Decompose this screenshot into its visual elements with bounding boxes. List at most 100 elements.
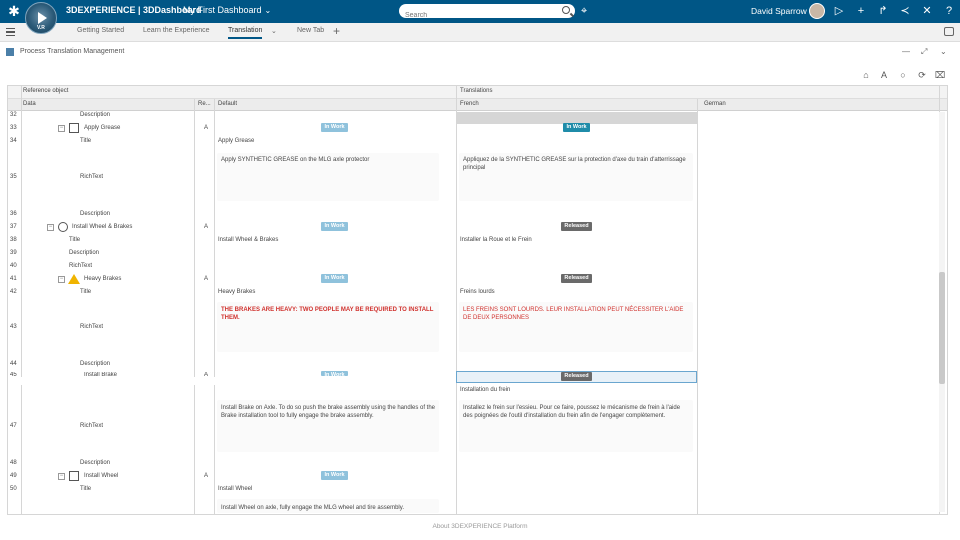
row-number: 34 [10, 138, 17, 144]
row-data[interactable]: Heavy Brakes [84, 276, 121, 282]
footer-link[interactable]: About 3DEXPERIENCE Platform [0, 523, 960, 530]
row-data[interactable]: Description [80, 460, 110, 466]
row-data[interactable]: RichText [80, 174, 103, 180]
share-icon[interactable]: ↱ [876, 4, 890, 18]
compass-version: V.R [37, 25, 45, 31]
tab-menu-chevron-icon[interactable]: ⌄ [271, 27, 277, 35]
row-number: 50 [10, 486, 17, 492]
compass-icon[interactable]: V.R [25, 2, 57, 34]
widget-app-icon [6, 48, 14, 56]
delete-icon[interactable]: ⌧ [934, 69, 946, 81]
collapse-toggle-icon[interactable]: − [58, 473, 65, 480]
french-cell[interactable]: Installation du frein [460, 387, 510, 393]
row-data[interactable]: RichText [80, 423, 103, 429]
row-data[interactable]: Title [80, 486, 91, 492]
collapse-toggle-icon[interactable]: − [58, 125, 65, 132]
row-data[interactable]: Description [80, 211, 110, 217]
status-badge[interactable]: Released [561, 222, 592, 231]
dashboard-title[interactable]: My First Dashboard ⌄ [183, 5, 271, 15]
row-data[interactable]: Title [80, 289, 91, 295]
maximize-icon[interactable]: ⤢ [921, 47, 927, 57]
default-cell[interactable]: Install Wheel & Brakes [218, 237, 278, 243]
tools-icon[interactable]: ✕ [920, 4, 934, 18]
row-data[interactable]: Install Wheel & Brakes [72, 224, 132, 230]
default-richtext[interactable]: Install Wheel on axle, fully engage the … [221, 505, 404, 511]
translate-icon[interactable]: A [878, 69, 890, 81]
default-richtext[interactable]: Apply SYNTHETIC GREASE on the MLG axle p… [221, 157, 435, 165]
row-number: 37 [10, 224, 17, 230]
search-grid-icon[interactable]: ○ [897, 69, 909, 81]
row-data[interactable]: Install Brake [84, 372, 117, 376]
column-header-row: Data Re... Default French German [8, 99, 947, 124]
row-data[interactable]: Description [80, 112, 110, 118]
menu-icon[interactable] [6, 28, 15, 36]
status-badge[interactable]: In Work [321, 471, 348, 480]
user-name[interactable]: David Sparrow [751, 6, 807, 16]
tab-getting-started[interactable]: Getting Started [77, 27, 124, 34]
warning-icon [68, 274, 80, 284]
default-richtext[interactable]: Install Brake on Axle. To do so push the… [221, 405, 439, 420]
french-richtext[interactable]: Appliquez de la SYNTHETIC GREASE sur la … [463, 157, 689, 172]
row-data[interactable]: Apply Grease [84, 125, 120, 131]
compass-play-icon[interactable]: ▷ [832, 4, 846, 18]
status-badge[interactable]: In Work [321, 274, 348, 283]
home-icon[interactable]: ⌂ [860, 69, 872, 81]
column-header-rev[interactable]: Re... [198, 101, 211, 107]
search-icon[interactable] [562, 6, 570, 14]
task-icon [69, 123, 79, 133]
add-tab-icon[interactable]: + [333, 24, 340, 38]
collapse-toggle-icon[interactable]: − [58, 276, 65, 283]
column-header-data[interactable]: Data [23, 101, 36, 107]
dashboard-title-label: My First Dashboard [183, 5, 262, 15]
row-data[interactable]: Description [80, 361, 110, 367]
help-icon[interactable]: ? [942, 4, 956, 18]
default-richtext-warning[interactable]: THE BRAKES ARE HEAVY: TWO PEOPLE MAY BE … [221, 307, 437, 322]
row-data[interactable]: Description [69, 250, 99, 256]
row-data[interactable]: RichText [69, 263, 92, 269]
status-badge[interactable]: Released [561, 372, 592, 381]
status-badge[interactable]: In Work [563, 123, 590, 132]
widget-menu-chevron-icon[interactable]: ⌄ [940, 47, 947, 56]
row-number: 33 [10, 125, 17, 131]
row-rev: A [204, 224, 209, 230]
minimize-icon[interactable]: — [902, 47, 910, 56]
avatar[interactable] [809, 3, 825, 19]
column-header-german[interactable]: German [704, 101, 726, 107]
gear-icon [58, 222, 68, 232]
widget-header: Process Translation Management — ⤢ ⌄ [0, 43, 960, 63]
refresh-icon[interactable]: ⟳ [916, 69, 928, 81]
social-icon[interactable]: ≺ [898, 4, 912, 18]
ds-logo-icon[interactable]: ✱ [6, 3, 22, 19]
row-data[interactable]: Title [80, 138, 91, 144]
column-header-french[interactable]: French [460, 101, 479, 107]
scrollbar-thumb[interactable] [939, 272, 945, 384]
row-rev: A [204, 276, 209, 282]
tab-learn-the-experience[interactable]: Learn the Experience [143, 27, 210, 34]
chat-icon[interactable] [944, 27, 954, 36]
row-number: 49 [10, 473, 17, 479]
row-data[interactable]: Title [69, 237, 80, 243]
add-icon[interactable]: + [854, 4, 868, 18]
french-richtext[interactable]: Installez le frein sur l'essieu. Pour ce… [463, 405, 689, 420]
row-data[interactable]: RichText [80, 324, 103, 330]
status-badge[interactable]: In Work [321, 123, 348, 132]
row-number: 45 [10, 372, 17, 376]
tab-new-tab[interactable]: New Tab [297, 27, 324, 34]
status-badge[interactable]: In Work [321, 222, 348, 231]
tab-translation[interactable]: Translation [228, 27, 263, 39]
default-cell[interactable]: Apply Grease [218, 138, 254, 144]
column-header-default[interactable]: Default [218, 101, 237, 107]
french-cell[interactable]: Freins lourds [460, 289, 495, 295]
row-data[interactable]: Install Wheel [84, 473, 118, 479]
row-number: 39 [10, 250, 17, 256]
default-cell[interactable]: Install Wheel [218, 486, 252, 492]
collapse-toggle-icon[interactable]: − [47, 224, 54, 231]
chevron-down-icon: ⌄ [264, 6, 272, 15]
status-badge[interactable]: In Work [321, 371, 348, 376]
french-richtext-warning[interactable]: LES FREINS SONT LOURDS. LEUR INSTALLATIO… [463, 307, 689, 322]
tag-icon[interactable]: ⌖ [581, 5, 587, 18]
french-cell[interactable]: Installer la Roue et le Frein [460, 237, 532, 243]
status-badge[interactable]: Released [561, 274, 592, 283]
search-input[interactable] [399, 8, 549, 23]
default-cell[interactable]: Heavy Brakes [218, 289, 255, 295]
